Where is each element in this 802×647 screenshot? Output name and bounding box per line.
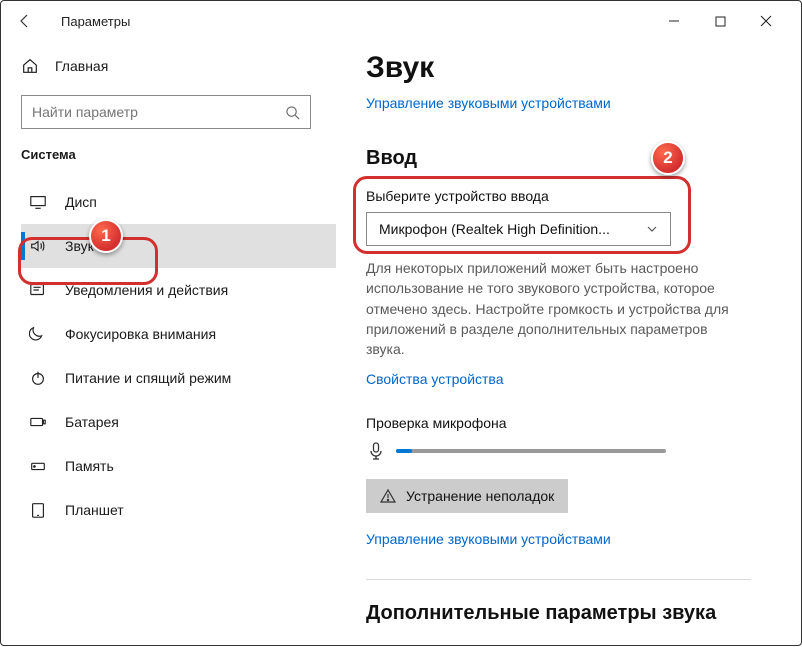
nav-list: Дисп Звук Уведомления и действия Фокусир… <box>21 180 336 532</box>
troubleshoot-label: Устранение неполадок <box>406 488 554 504</box>
focus-icon <box>29 325 47 343</box>
input-device-select[interactable]: Микрофон (Realtek High Definition... <box>366 212 671 246</box>
sidebar-item-label: Фокусировка внимания <box>65 326 216 342</box>
troubleshoot-button[interactable]: Устранение неполадок <box>366 479 568 513</box>
mic-test-label: Проверка микрофона <box>366 415 751 431</box>
close-icon <box>760 15 772 27</box>
home-row[interactable]: Главная <box>21 47 336 85</box>
close-button[interactable] <box>743 1 789 41</box>
microphone-icon <box>366 441 386 461</box>
sidebar-item-label: Память <box>65 458 114 474</box>
search-field[interactable] <box>32 104 285 120</box>
search-input[interactable] <box>21 95 311 129</box>
manage-devices-link-2[interactable]: Управление звуковыми устройствами <box>366 531 611 547</box>
category-label: Система <box>21 147 336 162</box>
maximize-button[interactable] <box>697 1 743 41</box>
display-icon <box>29 193 47 211</box>
home-label: Главная <box>55 58 108 74</box>
sidebar: Главная Система Дисп Звук Уведомления и … <box>1 41 336 647</box>
input-device-value: Микрофон (Realtek High Definition... <box>379 221 646 237</box>
sidebar-item-label: Дисп <box>65 194 97 210</box>
sidebar-item-storage[interactable]: Память <box>21 444 336 488</box>
content: Главная Система Дисп Звук Уведомления и … <box>1 41 801 647</box>
notifications-icon <box>29 281 47 299</box>
sidebar-item-sound[interactable]: Звук <box>21 224 336 268</box>
sidebar-item-battery[interactable]: Батарея <box>21 400 336 444</box>
titlebar: Параметры <box>1 1 801 41</box>
window-controls <box>651 1 789 41</box>
sidebar-item-label: Уведомления и действия <box>65 282 228 298</box>
page-title: Звук <box>366 51 751 85</box>
window-title: Параметры <box>61 14 130 29</box>
sidebar-item-tablet[interactable]: Планшет <box>21 488 336 532</box>
chevron-down-icon <box>646 223 658 235</box>
input-device-label: Выберите устройство ввода <box>366 188 751 204</box>
storage-icon <box>29 457 47 475</box>
manage-devices-link[interactable]: Управление звуковыми устройствами <box>366 95 611 111</box>
minimize-icon <box>668 15 680 27</box>
sidebar-item-power[interactable]: Питание и спящий режим <box>21 356 336 400</box>
advanced-heading: Дополнительные параметры звука <box>366 579 751 625</box>
input-hint: Для некоторых приложений может быть наст… <box>366 258 746 359</box>
sidebar-item-label: Батарея <box>65 414 119 430</box>
sidebar-item-label: Планшет <box>65 502 124 518</box>
device-properties-link[interactable]: Свойства устройства <box>366 371 504 387</box>
tablet-icon <box>29 501 47 519</box>
sidebar-item-display[interactable]: Дисп <box>21 180 336 224</box>
back-button[interactable] <box>13 9 37 33</box>
search-icon <box>285 105 300 120</box>
arrow-left-icon <box>17 13 33 29</box>
mic-test-row <box>366 441 751 461</box>
maximize-icon <box>715 16 726 27</box>
mic-level-track <box>396 449 666 453</box>
power-icon <box>29 369 47 387</box>
sidebar-item-label: Питание и спящий режим <box>65 370 231 386</box>
input-heading: Ввод <box>366 147 751 170</box>
mic-level-fill <box>396 449 412 453</box>
minimize-button[interactable] <box>651 1 697 41</box>
sidebar-item-focus[interactable]: Фокусировка внимания <box>21 312 336 356</box>
warning-icon <box>380 488 396 504</box>
sidebar-item-label: Звук <box>65 238 94 254</box>
sidebar-item-notifications[interactable]: Уведомления и действия <box>21 268 336 312</box>
main-panel: Звук Управление звуковыми устройствами В… <box>336 41 801 647</box>
battery-icon <box>29 413 47 431</box>
sound-icon <box>29 237 47 255</box>
home-icon <box>21 57 39 75</box>
